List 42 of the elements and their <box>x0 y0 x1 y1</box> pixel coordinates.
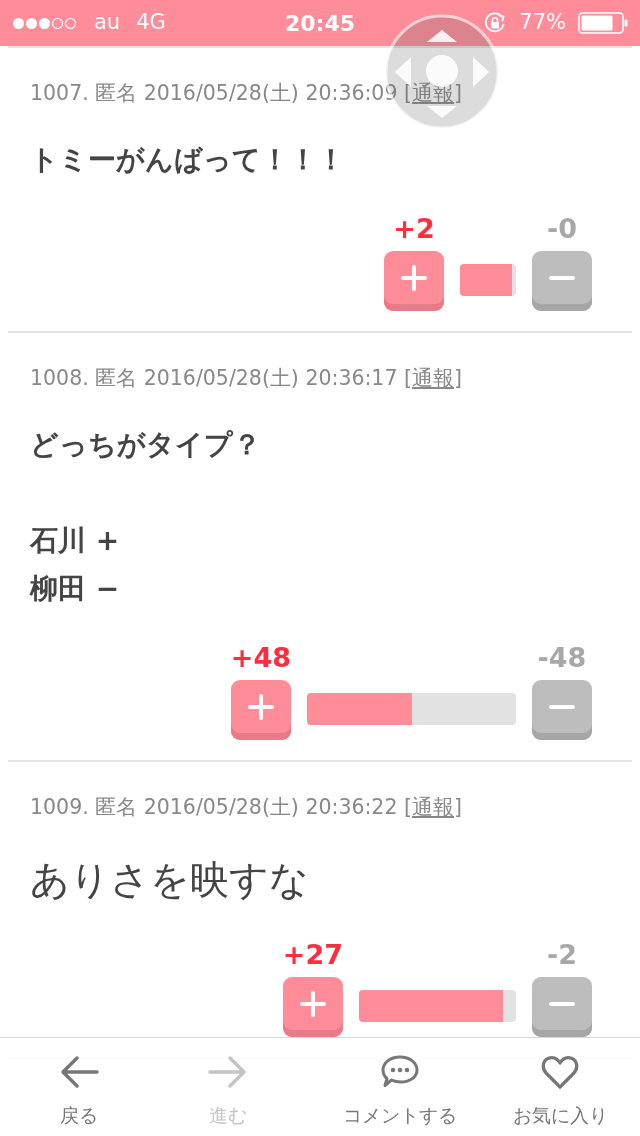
comment-meta: 1008. 匿名 2016/05/28(土) 20:36:17 [通報] <box>30 366 463 390</box>
status-time: 20:45 <box>285 9 355 38</box>
heart-icon <box>540 1054 580 1090</box>
plus-icon <box>401 264 427 291</box>
downvote-button[interactable] <box>532 977 592 1037</box>
downvote-button[interactable] <box>532 680 592 740</box>
minus-icon <box>549 275 575 280</box>
comment-meta: 1009. 匿名 2016/05/28(土) 20:36:22 [通報] <box>30 795 463 819</box>
comment-text: トミーがんばって！！！ <box>30 142 346 178</box>
battery-icon <box>578 12 628 34</box>
plus-icon <box>247 693 274 720</box>
comment-text: 柳田 − <box>30 571 121 607</box>
comment-text: ありさを映すな <box>30 856 310 904</box>
plus-vote-count: +2 <box>393 215 435 243</box>
minus-icon <box>549 1001 575 1006</box>
comment-text: どっちがタイプ？ <box>30 427 262 463</box>
comment-button[interactable]: コメントする <box>343 1054 457 1128</box>
carrier-name: au <box>94 9 121 37</box>
report-link[interactable]: 通報 <box>412 81 454 105</box>
downvote-button[interactable] <box>532 251 592 311</box>
minus-vote-count: -2 <box>547 941 577 969</box>
back-button[interactable]: 戻る <box>59 1054 99 1128</box>
minus-icon <box>549 704 575 709</box>
plus-vote-count: +27 <box>282 941 343 969</box>
plus-icon <box>299 990 326 1017</box>
speech-bubble-icon <box>380 1054 420 1090</box>
signal-strength-icon <box>12 16 78 30</box>
upvote-button[interactable] <box>230 680 291 740</box>
report-link[interactable]: 通報 <box>412 366 454 390</box>
comment-meta: 1007. 匿名 2016/05/28(土) 20:36:09 [通報] <box>30 81 463 105</box>
comment-text: 石川 + <box>30 523 121 559</box>
report-link[interactable]: 通報 <box>412 795 454 819</box>
battery-percent: 77% <box>519 9 566 37</box>
upvote-button[interactable] <box>282 977 343 1037</box>
left-arrow-icon <box>59 1054 99 1090</box>
network-type: 4G <box>136 9 166 37</box>
minus-vote-count: -48 <box>537 644 587 672</box>
minus-vote-count: -0 <box>547 215 577 243</box>
upvote-button[interactable] <box>384 251 444 311</box>
favorite-button[interactable]: お気に入り <box>512 1054 608 1128</box>
right-arrow-icon <box>208 1054 248 1090</box>
plus-vote-count: +48 <box>230 644 291 672</box>
